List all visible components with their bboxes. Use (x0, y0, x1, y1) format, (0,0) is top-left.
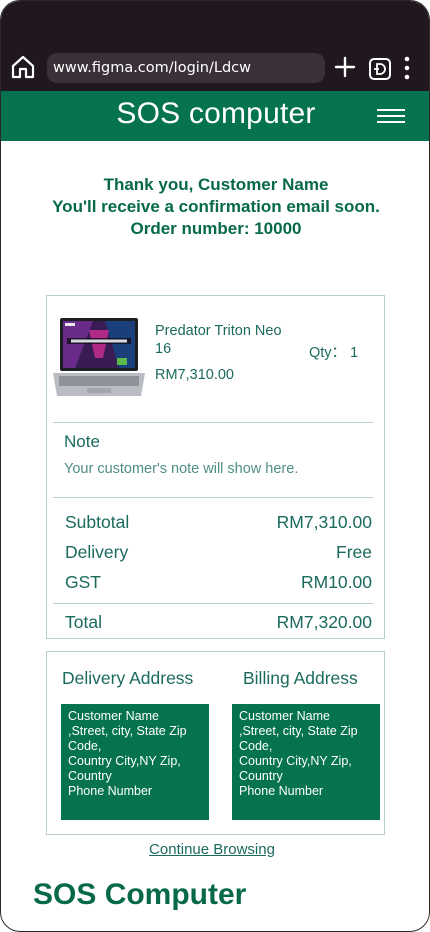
tab-switcher-icon[interactable] (368, 57, 392, 81)
subtotal-row: Subtotal RM7,310.00 (65, 511, 372, 533)
divider (53, 422, 373, 423)
delivery-address-line: ,Street, city, State Zip Code, (68, 724, 187, 753)
product-image (53, 318, 145, 396)
more-vertical-icon[interactable] (403, 56, 411, 80)
home-icon[interactable] (10, 54, 36, 80)
product-quantity: Qty： 1 (309, 345, 359, 361)
billing-address-line: Customer Name (239, 709, 330, 723)
hamburger-menu-icon[interactable] (377, 109, 407, 125)
delivery-row: Delivery Free (65, 541, 372, 563)
site-header: SOS computer (1, 91, 429, 141)
delivery-address-box: Customer Name ,Street, city, State Zip C… (61, 704, 209, 820)
billing-address-line: Country City,NY Zip, Country (239, 754, 352, 783)
delivery-label: Delivery (65, 542, 129, 562)
continue-browsing-link[interactable]: Continue Browsing (1, 841, 423, 858)
billing-address-title: Billing Address (243, 668, 358, 688)
delivery-value: Free (336, 542, 372, 562)
order-summary-card: Predator Triton Neo 16 RM7,310.00 Qty： 1… (46, 295, 385, 639)
subtotal-value: RM7,310.00 (276, 512, 372, 532)
delivery-address-line: Country City,NY Zip, Country (68, 754, 181, 783)
browser-toolbar: www.figma.com/login/Ldcw (1, 1, 429, 91)
email-notice-line: You'll receive a confirmation email soon… (52, 197, 380, 216)
total-value: RM7,320.00 (276, 612, 372, 632)
plus-icon[interactable] (334, 56, 356, 78)
gst-label: GST (65, 572, 101, 592)
delivery-address-title: Delivery Address (62, 668, 194, 688)
total-row: Total RM7,320.00 (65, 611, 372, 633)
product-name[interactable]: Predator Triton Neo 16 (155, 322, 285, 358)
thank-you-line: Thank you, Customer Name (103, 175, 329, 194)
billing-address-line: Phone Number (239, 784, 324, 798)
billing-address-line: ,Street, city, State Zip Code, (239, 724, 358, 753)
phone-frame: www.figma.com/login/Ldcw SOS computer Th… (0, 0, 430, 932)
site-title[interactable]: SOS computer (1, 91, 429, 137)
note-title: Note (64, 432, 100, 451)
address-bar[interactable]: www.figma.com/login/Ldcw (47, 53, 325, 83)
order-number-line: Order number: 10000 (130, 219, 302, 238)
divider (53, 497, 373, 498)
gst-row: GST RM10.00 (65, 571, 372, 593)
product-price: RM7,310.00 (155, 367, 234, 383)
billing-address-box: Customer Name ,Street, city, State Zip C… (232, 704, 380, 820)
gst-value: RM10.00 (300, 572, 372, 592)
address-card: Delivery Address Billing Address Custome… (46, 651, 385, 835)
confirmation-message: Thank you, Customer Name You'll receive … (1, 174, 429, 240)
subtotal-label: Subtotal (65, 512, 130, 532)
divider (53, 603, 373, 604)
delivery-address-line: Phone Number (68, 784, 153, 798)
note-text: Your customer's note will show here. (64, 461, 299, 477)
delivery-address-line: Customer Name (68, 709, 159, 723)
footer-brand: SOS Computer (33, 878, 247, 911)
total-label: Total (65, 612, 102, 632)
